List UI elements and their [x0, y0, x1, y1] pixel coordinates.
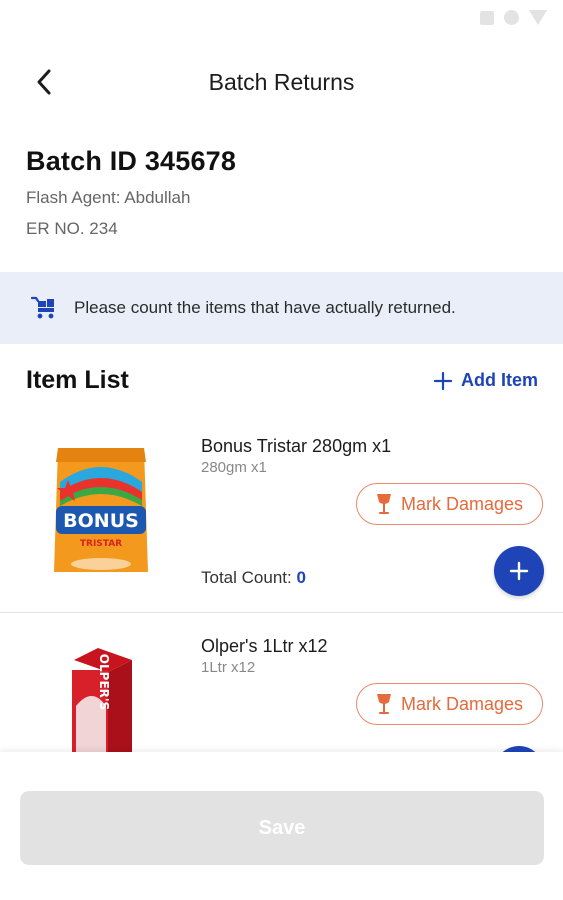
- batch-info: Batch ID 345678 Flash Agent: Abdullah ER…: [26, 146, 236, 239]
- chevron-left-icon: [37, 69, 51, 95]
- total-count-value: 0: [296, 568, 306, 587]
- bottom-action-panel: Save: [0, 752, 563, 900]
- broken-glass-icon: [376, 694, 391, 714]
- bonus-package-text: BONUS: [63, 510, 139, 532]
- list-item: BONUS TRISTAR Bonus Tristar 280gm x1 280…: [0, 420, 563, 620]
- add-item-button[interactable]: Add Item: [433, 370, 538, 391]
- divider: [0, 612, 563, 613]
- mark-damages-label: Mark Damages: [400, 493, 524, 514]
- total-count: Total Count: 0: [201, 568, 306, 588]
- bonus-product-image: BONUS TRISTAR: [54, 448, 148, 572]
- info-banner: Please count the items that have actuall…: [0, 272, 563, 344]
- circle-nav-icon: [504, 10, 519, 25]
- er-number-label: ER NO. 234: [26, 219, 118, 238]
- page-title: Batch Returns: [208, 69, 355, 95]
- plus-icon: [433, 371, 452, 390]
- item-subtitle: 280gm x1: [201, 459, 267, 476]
- olpers-product-image: OLPER'S: [72, 648, 132, 752]
- system-status-icons: [480, 10, 547, 25]
- back-button[interactable]: [28, 66, 60, 98]
- olpers-package-text: OLPER'S: [97, 654, 111, 710]
- batch-id: Batch ID 345678: [26, 146, 237, 176]
- flash-agent-label: Flash Agent: Abdullah: [26, 188, 191, 207]
- bonus-package-subtext: TRISTAR: [80, 539, 122, 549]
- top-bar: Batch Returns: [0, 56, 563, 108]
- item-list[interactable]: BONUS TRISTAR Bonus Tristar 280gm x1 280…: [0, 420, 563, 752]
- total-count-label: Total Count:: [201, 568, 292, 587]
- plus-icon: [509, 561, 529, 581]
- mark-damages-button[interactable]: Mark Damages: [356, 483, 543, 525]
- banner-text: Please count the items that have actuall…: [74, 298, 456, 317]
- list-item: OLPER'S Olper's 1Ltr x12 1Ltr x12 Mark D…: [0, 620, 563, 752]
- mark-damages-button[interactable]: Mark Damages: [356, 683, 543, 725]
- square-nav-icon: [480, 10, 494, 25]
- save-button[interactable]: Save: [20, 791, 544, 865]
- add-item-label: Add Item: [460, 370, 538, 390]
- increment-count-button[interactable]: [494, 546, 544, 596]
- broken-glass-icon: [376, 494, 391, 514]
- item-list-title: Item List: [26, 366, 129, 394]
- item-list-header: Item List Add Item: [26, 366, 538, 395]
- triangle-nav-icon: [529, 10, 547, 25]
- item-name: Olper's 1Ltr x12: [201, 636, 328, 656]
- item-name: Bonus Tristar 280gm x1: [201, 436, 392, 456]
- mark-damages-label: Mark Damages: [400, 693, 524, 714]
- cart-icon: [31, 295, 57, 321]
- item-subtitle: 1Ltr x12: [201, 659, 256, 676]
